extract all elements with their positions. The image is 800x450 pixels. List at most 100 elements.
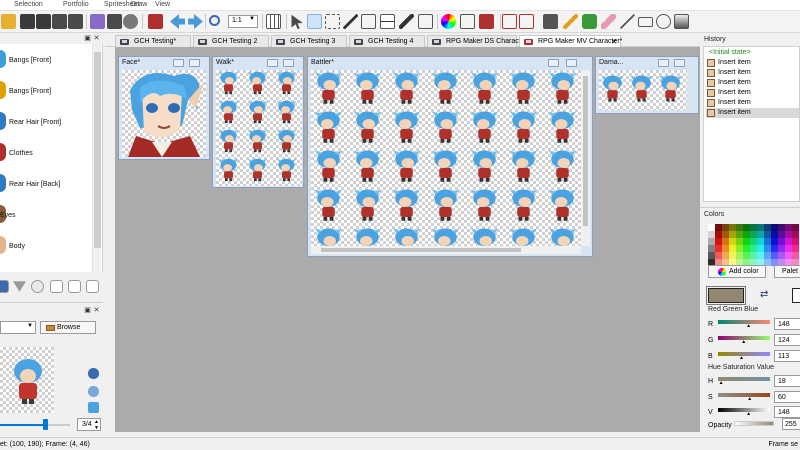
layer-item[interactable]: Eyes <box>0 200 92 230</box>
palette-swatch[interactable] <box>757 231 764 238</box>
slider-marker-icon[interactable]: ▲ <box>739 356 744 361</box>
palette-swatch[interactable] <box>764 224 771 231</box>
spin-arrows-icon[interactable]: ▲ ▼ <box>94 419 99 431</box>
palette-swatch[interactable] <box>785 245 792 252</box>
palette-swatch[interactable] <box>778 224 785 231</box>
palette-swatch[interactable] <box>715 224 722 231</box>
grid-icon[interactable] <box>266 14 281 29</box>
minimize-icon[interactable] <box>658 59 669 67</box>
tab-rpg-maker-mv[interactable]: RPG Maker MV Character* ✕ <box>519 35 622 47</box>
palette-swatch[interactable] <box>750 224 757 231</box>
opacity-slider[interactable] <box>734 421 774 426</box>
tab-rpg-maker-ds[interactable]: RPG Maker DS Character <box>427 35 527 47</box>
palette-swatch[interactable] <box>785 231 792 238</box>
red-value-input[interactable]: 148 <box>774 318 800 330</box>
color-wheel-icon[interactable] <box>441 14 456 29</box>
fill-icon[interactable] <box>582 14 597 29</box>
palette-swatch[interactable] <box>778 245 785 252</box>
primary-color-swatch[interactable] <box>706 286 746 305</box>
palette-swatch[interactable] <box>708 224 715 231</box>
saturation-value-input[interactable]: 60 <box>774 391 800 403</box>
mirror-icon[interactable] <box>479 14 494 29</box>
frame-slider-thumb[interactable] <box>43 419 48 430</box>
palette-swatch[interactable] <box>771 238 778 245</box>
palette-swatch[interactable] <box>778 238 785 245</box>
select-tool-icon[interactable] <box>307 14 322 29</box>
palette-swatch[interactable] <box>757 224 764 231</box>
float-icon[interactable]: ▣ <box>84 35 91 42</box>
sort-icon[interactable] <box>543 14 558 29</box>
palette-swatch[interactable] <box>708 245 715 252</box>
pointer-icon[interactable] <box>291 14 303 29</box>
palette-swatch[interactable] <box>764 238 771 245</box>
export-icon[interactable] <box>68 14 83 29</box>
swap-colors-icon[interactable]: ⇄ <box>760 290 776 301</box>
preview-source-select[interactable]: ▼ <box>0 321 36 334</box>
layer-item[interactable]: Rear Hair [Back] <box>0 169 92 199</box>
palette-swatch[interactable] <box>792 245 799 252</box>
zoom-icon[interactable] <box>209 15 220 26</box>
arrow-line-icon[interactable] <box>399 14 414 29</box>
random-icon[interactable] <box>148 14 163 29</box>
palette-swatch[interactable] <box>785 224 792 231</box>
tab-gch-testing[interactable]: GCH Testing* <box>115 35 191 47</box>
slider-marker-icon[interactable]: ▲ <box>719 381 724 386</box>
palette-swatch[interactable] <box>743 238 750 245</box>
slider-marker-icon[interactable]: ▲ <box>746 412 751 417</box>
tab-gch-testing-4[interactable]: GCH Testing 4 <box>349 35 425 47</box>
add-color-button[interactable]: Add color <box>708 265 766 278</box>
tab-gch-testing-2[interactable]: GCH Testing 2 <box>193 35 269 47</box>
palette-swatch[interactable] <box>764 231 771 238</box>
layer-up-icon[interactable] <box>0 280 9 293</box>
maximize-icon[interactable] <box>189 59 200 67</box>
opacity-value-input[interactable]: 255 <box>782 418 800 430</box>
scrollbar-thumb[interactable] <box>94 52 101 248</box>
save-icon[interactable] <box>20 14 35 29</box>
menu-selection[interactable]: Selection <box>14 1 43 8</box>
hue-slider[interactable] <box>718 377 770 381</box>
palette-swatch[interactable] <box>778 252 785 259</box>
minimize-icon[interactable] <box>548 59 559 67</box>
layer-right-icon[interactable] <box>519 14 534 29</box>
palette-swatch[interactable] <box>715 245 722 252</box>
history-item[interactable]: Insert item <box>706 78 799 88</box>
save-all-icon[interactable] <box>36 14 51 29</box>
maximize-icon[interactable] <box>566 59 577 67</box>
crop-icon[interactable] <box>361 14 376 29</box>
history-item-initial[interactable]: <Initial state> <box>706 48 799 58</box>
settings-icon[interactable] <box>123 14 138 29</box>
layer-down-icon[interactable] <box>13 281 26 292</box>
layer-item[interactable]: Body <box>0 231 92 261</box>
history-item[interactable]: Insert item <box>706 68 799 78</box>
zoom-out-icon[interactable] <box>88 386 99 397</box>
layers-scrollbar[interactable] <box>92 44 101 272</box>
history-item[interactable]: Insert item <box>706 58 799 68</box>
damage-window[interactable]: Dama... <box>595 56 699 114</box>
palette-swatch[interactable] <box>771 231 778 238</box>
palette-swatch[interactable] <box>750 238 757 245</box>
resize-icon[interactable] <box>418 14 433 29</box>
scrollbar-thumb[interactable] <box>583 76 588 226</box>
walk-canvas[interactable] <box>216 70 302 186</box>
paste-layer-icon[interactable] <box>68 280 81 293</box>
blue-value-input[interactable]: 113 <box>774 350 800 362</box>
face-window[interactable]: Face* <box>118 56 210 160</box>
slider-marker-icon[interactable]: ▲ <box>747 397 752 402</box>
picture-icon[interactable] <box>460 14 475 29</box>
palette-swatch[interactable] <box>722 231 729 238</box>
palette-swatch[interactable] <box>715 252 722 259</box>
palette-swatch[interactable] <box>764 245 771 252</box>
palette-swatch[interactable] <box>708 238 715 245</box>
palette-swatch[interactable] <box>771 224 778 231</box>
ellipse-tool-icon[interactable] <box>656 14 671 29</box>
layer-item[interactable]: Bangs [Front] <box>0 45 92 75</box>
play-icon[interactable] <box>88 402 99 413</box>
palette-swatch[interactable] <box>736 245 743 252</box>
palette-swatch[interactable] <box>722 245 729 252</box>
palette-swatch[interactable] <box>792 252 799 259</box>
close-icon[interactable]: ✕ <box>93 35 100 42</box>
palette-swatch[interactable] <box>785 252 792 259</box>
palette-swatch[interactable] <box>729 224 736 231</box>
redo-arrow-icon[interactable] <box>188 14 203 29</box>
remove-layer-icon[interactable] <box>31 280 44 293</box>
